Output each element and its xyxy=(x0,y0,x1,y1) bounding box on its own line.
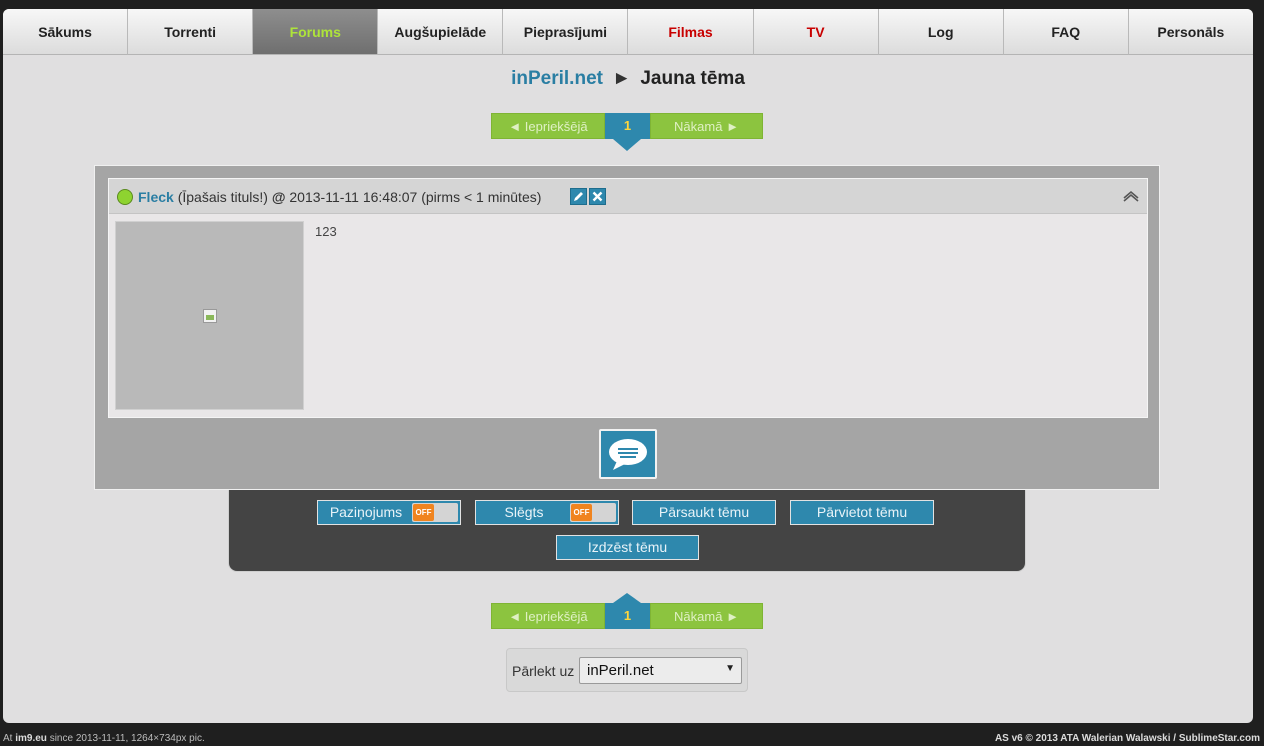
pagination-current-page: 1 xyxy=(605,603,650,629)
rename-topic-label: Pārsaukt tēmu xyxy=(658,504,750,520)
delete-post-button[interactable] xyxy=(589,188,606,205)
collapse-post-button[interactable] xyxy=(1121,187,1141,205)
lock-label: Slēgts xyxy=(504,504,544,520)
close-icon xyxy=(592,191,603,202)
post-at-sign: @ xyxy=(271,189,286,205)
avatar xyxy=(115,221,304,410)
nav-item-filmas[interactable]: Filmas xyxy=(628,9,754,55)
edit-post-button[interactable] xyxy=(570,188,587,205)
announce-label: Paziņojums xyxy=(329,504,403,520)
pagination-next-button[interactable]: Nākamā ► xyxy=(650,603,763,629)
pencil-icon xyxy=(574,192,583,201)
post-author-title: (Īpašais tituls!) xyxy=(177,189,268,205)
forum-jump-selected: inPeril.net xyxy=(587,662,654,679)
post: Fleck (Īpašais tituls!) @ 2013-11-11 16:… xyxy=(108,178,1148,418)
pagination-prev-button[interactable]: ◄ Iepriekšējā xyxy=(491,113,605,139)
breadcrumb-topic: Jauna tēma xyxy=(640,68,745,89)
announce-switch-state: OFF xyxy=(413,504,434,521)
online-status-icon xyxy=(117,189,133,205)
breadcrumb-separator: ► xyxy=(612,68,632,89)
footer-info: since 2013-11-11, 1264×734px pic. xyxy=(49,733,205,744)
rename-topic-button[interactable]: Pārsaukt tēmu xyxy=(632,500,776,525)
delete-topic-label: Izdzēst tēmu xyxy=(587,539,668,555)
nav-item-sakums[interactable]: Sākums xyxy=(3,9,129,55)
lock-switch-state: OFF xyxy=(571,504,592,521)
pagination-top: ◄ Iepriekšējā 1 Nākamā ► xyxy=(491,113,763,151)
nav-item-forums[interactable]: Forums xyxy=(253,9,379,55)
speech-bubble-icon xyxy=(609,439,647,470)
pagination-prev-button[interactable]: ◄ Iepriekšējā xyxy=(491,603,605,629)
post-header: Fleck (Īpašais tituls!) @ 2013-11-11 16:… xyxy=(109,179,1147,214)
footer-prefix: At xyxy=(3,733,13,744)
nav-item-torrenti[interactable]: Torrenti xyxy=(128,9,254,55)
post-meta: Fleck (Īpašais tituls!) @ 2013-11-11 16:… xyxy=(138,189,541,205)
footer-left: At im9.eu since 2013-11-11, 1264×734px p… xyxy=(3,733,205,744)
nav-item-log[interactable]: Log xyxy=(878,9,1004,55)
nav-item-tv[interactable]: TV xyxy=(753,9,879,55)
forum-jump-select[interactable]: inPeril.net ▼ xyxy=(579,657,742,684)
post-relative-time: (pirms < 1 minūtes) xyxy=(421,189,542,205)
chevron-up-icon xyxy=(1123,190,1139,202)
main-nav: Sākums Torrenti Forums Augšupielāde Piep… xyxy=(3,9,1253,55)
announce-switch[interactable]: OFF xyxy=(412,503,458,522)
broken-image-icon xyxy=(203,309,217,323)
page: Sākums Torrenti Forums Augšupielāde Piep… xyxy=(3,9,1253,723)
footer-credits: AS v6 © 2013 ATA Walerian Walawski / Sub… xyxy=(994,733,1260,744)
move-topic-label: Pārvietot tēmu xyxy=(816,504,908,520)
lock-switch[interactable]: OFF xyxy=(570,503,616,522)
pagination-pointer xyxy=(613,139,641,151)
move-topic-button[interactable]: Pārvietot tēmu xyxy=(790,500,934,525)
breadcrumb-site-link[interactable]: inPeril.net xyxy=(511,68,603,89)
pagination-bottom: ◄ Iepriekšējā 1 Nākamā ► xyxy=(491,593,763,629)
pagination-pointer xyxy=(613,593,641,603)
nav-item-personals[interactable]: Personāls xyxy=(1128,9,1253,55)
page-title: inPeril.net ► Jauna tēma xyxy=(3,68,1253,90)
pagination-current-page: 1 xyxy=(605,113,650,139)
footer-site-link[interactable]: im9.eu xyxy=(15,733,47,744)
post-container: Fleck (Īpašais tituls!) @ 2013-11-11 16:… xyxy=(94,165,1160,490)
chevron-down-icon: ▼ xyxy=(725,663,735,674)
nav-item-pieprasijumi[interactable]: Pieprasījumi xyxy=(503,9,629,55)
delete-topic-button[interactable]: Izdzēst tēmu xyxy=(556,535,699,560)
post-timestamp: 2013-11-11 16:48:07 xyxy=(289,189,418,205)
post-author-link[interactable]: Fleck xyxy=(138,189,174,205)
footer-right: AS v6 © 2013 ATA Walerian Walawski / Sub… xyxy=(995,733,1260,744)
forum-jump-label: Pārlekt uz xyxy=(512,663,575,679)
post-body: 123 xyxy=(315,224,337,239)
lock-toggle[interactable]: Slēgts OFF xyxy=(475,500,619,525)
moderation-panel: Paziņojums OFF Slēgts OFF Pārsaukt tēmu … xyxy=(228,490,1026,572)
reply-button[interactable] xyxy=(599,429,657,479)
nav-item-faq[interactable]: FAQ xyxy=(1003,9,1129,55)
pagination-next-button[interactable]: Nākamā ► xyxy=(650,113,763,139)
announce-toggle[interactable]: Paziņojums OFF xyxy=(317,500,461,525)
forum-jump: Pārlekt uz inPeril.net ▼ xyxy=(506,648,748,692)
nav-item-augsupielade[interactable]: Augšupielāde xyxy=(378,9,504,55)
